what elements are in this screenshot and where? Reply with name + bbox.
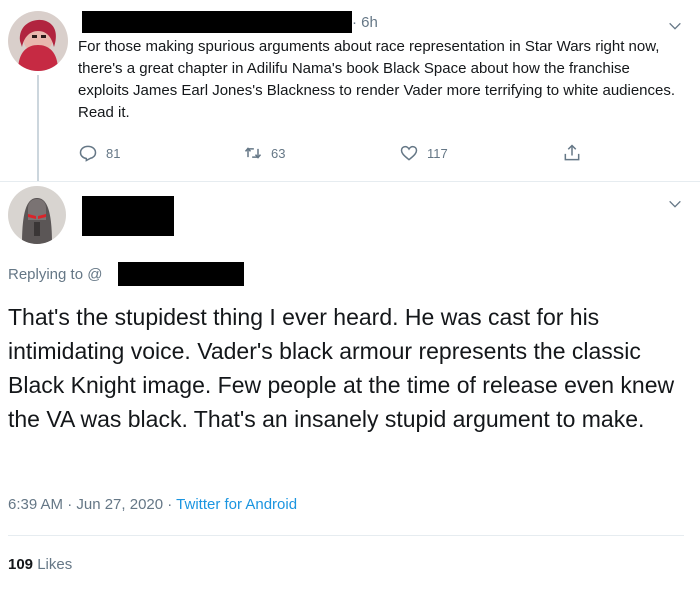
redacted-author-name [82, 196, 174, 236]
avatar[interactable] [8, 186, 66, 244]
likes-count: 109 [8, 556, 34, 573]
likes-stat[interactable]: 109 Likes [8, 556, 72, 573]
divider [8, 535, 684, 536]
heart-icon [400, 145, 418, 161]
chevron-down-icon[interactable] [667, 196, 683, 212]
avatar[interactable] [8, 11, 68, 71]
tweet-time[interactable]: · 6h [352, 14, 378, 31]
retweet-count: 63 [271, 145, 286, 161]
reply-count: 81 [106, 145, 121, 161]
tweet-timestamp[interactable]: 6:39 AM · Jun 27, 2020 · [8, 496, 176, 513]
retweet-icon [244, 147, 262, 159]
tweet-source[interactable]: Twitter for Android [176, 496, 297, 513]
replying-to: Replying to @ [8, 266, 102, 283]
likes-label: Likes [37, 556, 73, 573]
redacted-author [82, 11, 352, 33]
share-icon [564, 144, 580, 161]
chevron-down-icon[interactable] [667, 18, 683, 34]
tweet-meta: 6:39 AM · Jun 27, 2020 · Twitter for And… [8, 496, 297, 513]
like-button[interactable]: 117 [399, 143, 448, 163]
like-count: 117 [427, 145, 448, 161]
tweet-text: That's the stupidest thing I ever heard.… [8, 304, 675, 432]
share-button[interactable] [562, 143, 582, 163]
reply-button[interactable]: 81 [78, 143, 120, 163]
reply-icon [79, 145, 97, 162]
redacted-handle[interactable] [118, 262, 244, 286]
tweet-text: For those making spurious arguments abou… [78, 38, 676, 121]
divider [0, 181, 700, 182]
replying-to-label: Replying to @ [8, 266, 103, 283]
thread-line [37, 75, 39, 181]
retweet-button[interactable]: 63 [243, 143, 285, 163]
